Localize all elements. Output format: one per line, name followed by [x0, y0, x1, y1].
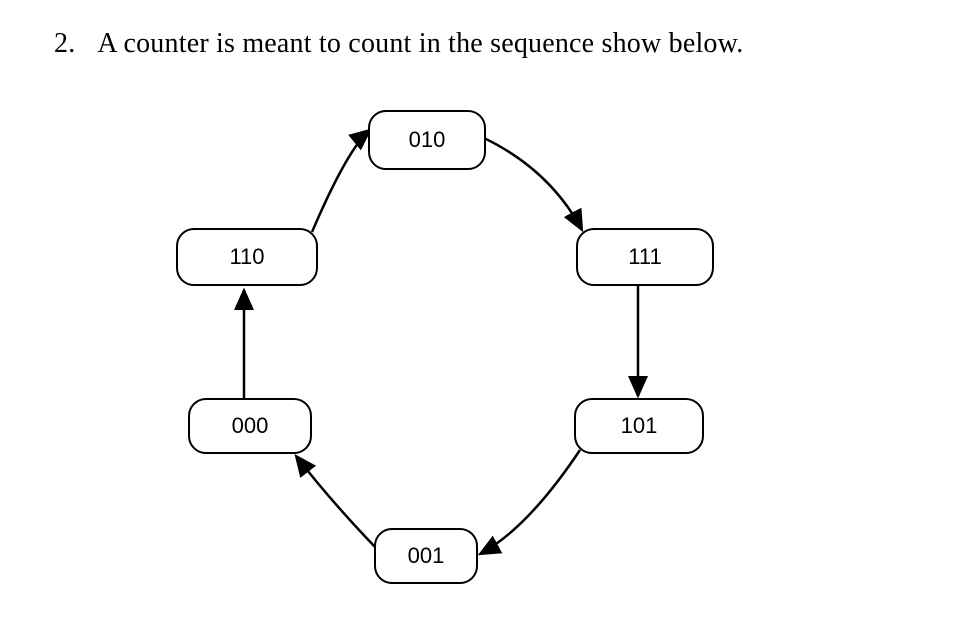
state-label: 010 [409, 127, 446, 153]
state-000: 000 [188, 398, 312, 454]
state-label: 001 [408, 543, 445, 569]
state-001: 001 [374, 528, 478, 584]
state-label: 111 [628, 244, 661, 270]
state-diagram: 010 110 111 000 101 001 [130, 100, 790, 620]
question-body: A counter is meant to count in the seque… [97, 28, 743, 59]
question-number: 2. [54, 28, 75, 60]
arrow-101-001 [480, 450, 580, 554]
state-label: 000 [232, 413, 269, 439]
arrow-110-010 [312, 130, 370, 232]
state-101: 101 [574, 398, 704, 454]
arrow-010-111 [484, 138, 582, 230]
state-label: 101 [621, 413, 658, 439]
arrow-001-000 [296, 456, 376, 548]
state-110: 110 [176, 228, 318, 286]
question-line: 2. A counter is meant to count in the seq… [54, 28, 743, 60]
state-label: 110 [229, 244, 264, 270]
state-111: 111 [576, 228, 714, 286]
state-010: 010 [368, 110, 486, 170]
